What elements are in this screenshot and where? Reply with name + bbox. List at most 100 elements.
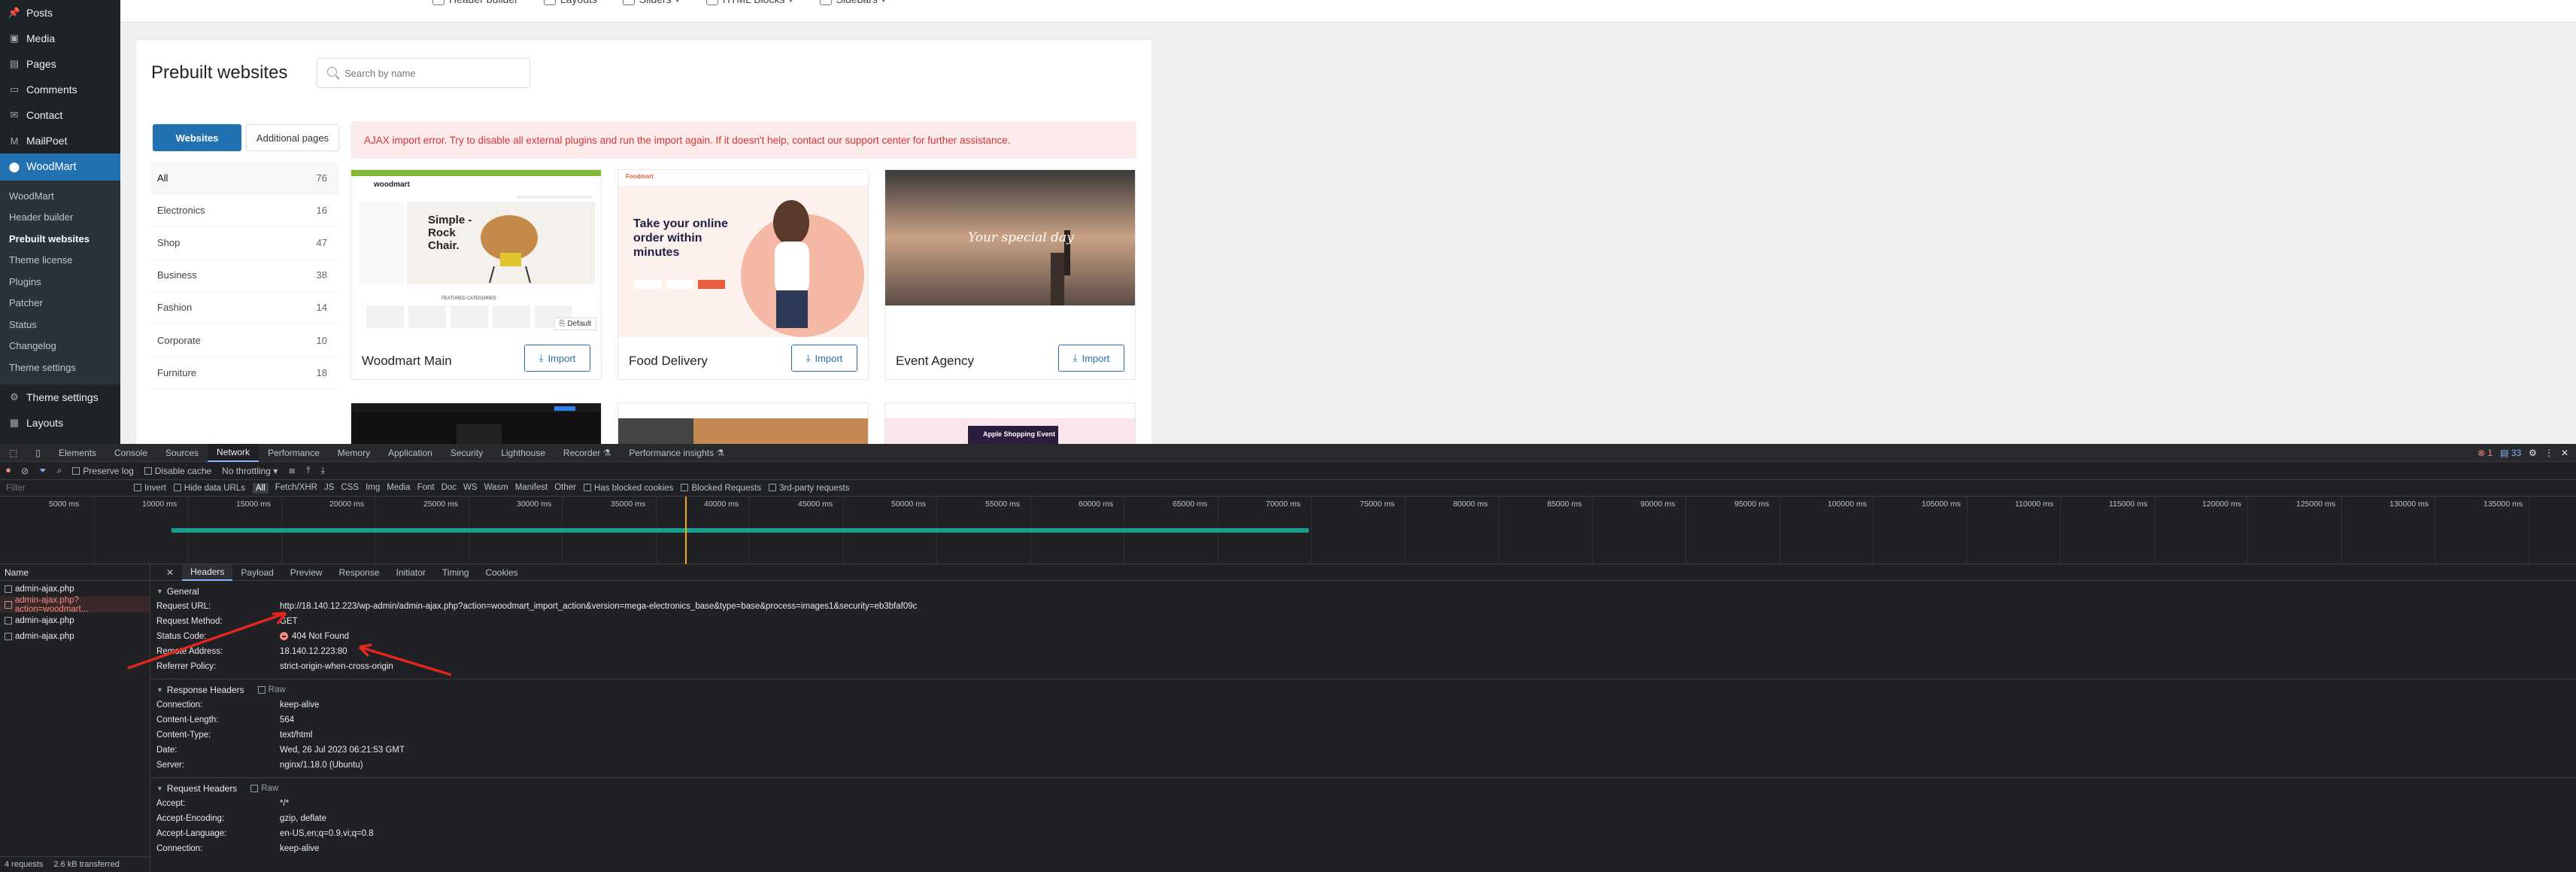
throttling-select[interactable]: No throttling ▾ [222, 466, 278, 476]
import-button-event-agency[interactable]: ⤓ Import [1058, 345, 1124, 372]
header-value[interactable]: http://18.140.12.223/wp-admin/admin-ajax… [280, 602, 917, 611]
category-fashion[interactable]: Fashion 14 [151, 292, 339, 324]
general-section-header[interactable]: ▼ General [150, 584, 2576, 599]
hide-data-urls-checkbox[interactable]: Hide data URLs [173, 484, 245, 493]
tab-additional-pages[interactable]: Additional pages [246, 124, 339, 151]
invert-checkbox[interactable]: Invert [134, 484, 166, 493]
header-value[interactable]: strict-origin-when-cross-origin [280, 662, 393, 671]
response-headers-header[interactable]: ▼ Response Headers Raw [150, 682, 2576, 697]
header-value[interactable]: */* [280, 799, 289, 808]
import-har-icon[interactable]: ⤒ [306, 465, 310, 476]
sidebar-item-theme-settings[interactable]: ⚙ Theme settings [0, 384, 120, 410]
submenu-item-status[interactable]: Status [0, 314, 120, 336]
devtools-tab-console[interactable]: Console [105, 444, 156, 462]
submenu-item-theme-settings[interactable]: Theme settings [0, 357, 120, 378]
network-conditions-icon[interactable]: ≋ [288, 466, 296, 476]
sidebar-item-comments[interactable]: ▭ Comments [0, 77, 120, 102]
detail-tab-headers[interactable]: Headers [182, 564, 233, 581]
site-card-partial[interactable] [350, 403, 602, 446]
request-row[interactable]: admin-ajax.php [0, 581, 150, 597]
type-filter-ws[interactable]: WS [463, 483, 478, 494]
inspect-icon[interactable]: ⬚ [0, 444, 26, 462]
header-value[interactable]: keep-alive [280, 700, 319, 709]
record-icon[interactable]: ⏺ [6, 465, 11, 476]
devtools-tab-application[interactable]: Application [379, 444, 441, 462]
devtools-tab-sources[interactable]: Sources [156, 444, 208, 462]
type-filter-img[interactable]: Img [366, 483, 380, 494]
submenu-item-woodmart[interactable]: WoodMart [0, 185, 120, 207]
site-card-partial[interactable]: Apple Shopping Event [884, 403, 1136, 446]
type-filter-css[interactable]: CSS [341, 483, 359, 494]
type-filter-manifest[interactable]: Manifest [515, 483, 548, 494]
category-shop[interactable]: Shop 47 [151, 226, 339, 260]
header-value[interactable]: 404 Not Found [280, 632, 349, 641]
import-button-woodmart-main[interactable]: ⤓ Import [524, 345, 590, 372]
request-row[interactable]: admin-ajax.php?action=woodmart... [0, 596, 150, 614]
type-filter-font[interactable]: Font [417, 483, 435, 494]
devtools-tab-performance[interactable]: Performance [259, 444, 329, 462]
raw-checkbox[interactable]: Raw [257, 685, 286, 694]
header-value[interactable]: Wed, 26 Jul 2023 06:21:53 GMT [280, 746, 405, 755]
site-card-partial[interactable] [617, 403, 869, 446]
devtools-tab-security[interactable]: Security [441, 444, 492, 462]
devtools-tab-lighthouse[interactable]: Lighthouse [492, 444, 554, 462]
sidebar-item-contact[interactable]: ✉ Contact [0, 102, 120, 128]
import-button-food-delivery[interactable]: ⤓ Import [791, 345, 857, 372]
top-nav-layouts[interactable]: Layouts [543, 0, 597, 5]
filter-input[interactable] [6, 483, 126, 493]
type-filter-js[interactable]: JS [324, 483, 334, 494]
site-preview-food-delivery[interactable]: Foodmart Take your online order within m… [618, 170, 868, 337]
close-details-icon[interactable]: ✕ [158, 564, 182, 581]
blocked-requests-checkbox[interactable]: Blocked Requests [681, 484, 761, 493]
header-value[interactable]: 18.140.12.223:80 [280, 647, 347, 656]
detail-tab-initiator[interactable]: Initiator [388, 564, 434, 581]
sidebar-item-pages[interactable]: ▤ Pages [0, 51, 120, 77]
message-count-badge[interactable]: ▤ 33 [2500, 448, 2521, 458]
sidebar-item-layouts[interactable]: ▦ Layouts [0, 410, 120, 436]
sidebar-item-posts[interactable]: 📌 Posts [0, 0, 120, 26]
submenu-item-prebuilt-websites[interactable]: Prebuilt websites [0, 228, 120, 250]
submenu-item-changelog[interactable]: Changelog [0, 336, 120, 357]
device-toggle-icon[interactable]: ▯ [26, 444, 50, 462]
devtools-tab-recorder[interactable]: Recorder ⚗ [554, 444, 620, 462]
category-furniture[interactable]: Furniture 18 [151, 357, 339, 390]
export-har-icon[interactable]: ⤓ [321, 465, 325, 476]
devtools-tab-memory[interactable]: Memory [329, 444, 379, 462]
header-value[interactable]: nginx/1.18.0 (Ubuntu) [280, 761, 363, 770]
error-count-badge[interactable]: ⊗ 1 [2477, 448, 2493, 458]
type-filter-all[interactable]: All [252, 482, 269, 494]
name-column-header[interactable]: Name [0, 564, 150, 581]
raw-checkbox[interactable]: Raw [250, 784, 278, 793]
sidebar-item-media[interactable]: ▣ Media [0, 26, 120, 51]
detail-tab-payload[interactable]: Payload [232, 564, 281, 581]
devtools-tab-performance-insights[interactable]: Performance insights ⚗ [620, 444, 733, 462]
search-icon[interactable]: ⌕ [57, 465, 62, 476]
settings-gear-icon[interactable]: ⚙ [2529, 448, 2537, 458]
disable-cache-checkbox[interactable]: Disable cache [144, 466, 211, 476]
sidebar-item-mailpoet[interactable]: M MailPoet [0, 128, 120, 153]
third-party-checkbox[interactable]: 3rd-party requests [769, 484, 849, 493]
filter-icon[interactable]: ⏷ [39, 465, 47, 476]
devtools-tab-network[interactable]: Network [208, 443, 259, 462]
category-business[interactable]: Business 38 [151, 260, 339, 292]
header-value[interactable]: keep-alive [280, 844, 319, 853]
detail-tab-timing[interactable]: Timing [434, 564, 478, 581]
header-value[interactable]: gzip, deflate [280, 814, 326, 823]
request-row[interactable]: admin-ajax.php [0, 628, 150, 644]
detail-tab-response[interactable]: Response [330, 564, 387, 581]
more-options-icon[interactable]: ⋮ [2544, 448, 2553, 458]
search-input[interactable] [317, 58, 530, 88]
header-value[interactable]: GET [280, 617, 298, 626]
close-icon[interactable]: ✕ [2561, 448, 2568, 458]
preserve-log-checkbox[interactable]: Preserve log [72, 466, 134, 476]
top-nav-html-blocks[interactable]: HTML Blocks ˅ [705, 0, 794, 5]
submenu-item-plugins[interactable]: Plugins [0, 271, 120, 293]
site-preview-woodmart[interactable]: woodmart Simple - Rock Chair. FEATURED C… [351, 170, 601, 337]
submenu-item-theme-license[interactable]: Theme license [0, 250, 120, 272]
header-value[interactable]: text/html [280, 731, 312, 740]
type-filter-other[interactable]: Other [554, 483, 576, 494]
type-filter-wasm[interactable]: Wasm [484, 483, 508, 494]
request-headers-header[interactable]: ▼ Request Headers Raw [150, 781, 2576, 796]
top-nav-sidebars[interactable]: Sidebars ˅ [819, 0, 887, 5]
devtools-tab-elements[interactable]: Elements [50, 444, 105, 462]
